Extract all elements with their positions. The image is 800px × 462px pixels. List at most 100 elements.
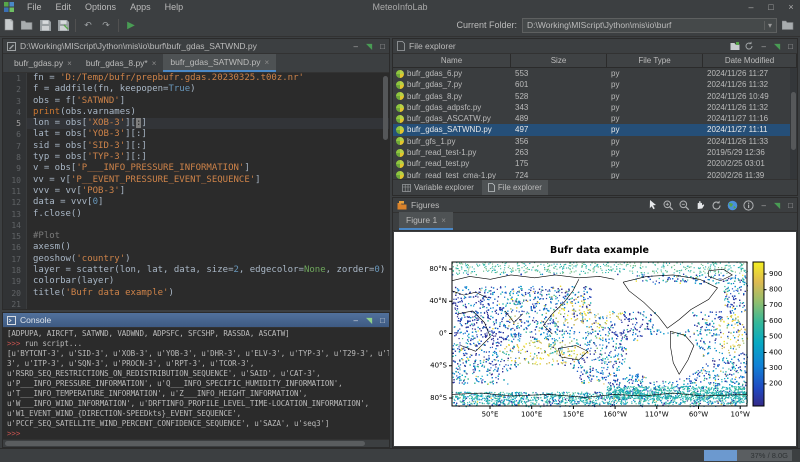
file-table-row[interactable]: bufr_read_test-1.py263py2019/5/29 12:36 <box>393 147 797 158</box>
file-table-row[interactable]: bufr_gdas_8.py528py2024/11/26 10:49 <box>393 91 797 102</box>
code-line[interactable]: 15#Plot <box>3 231 389 242</box>
figures-panel-header: Figures – ◥ □ <box>393 198 797 213</box>
code-line[interactable]: 18layer = scatter(lon, lat, data, size=2… <box>3 265 389 276</box>
console-minimize-icon[interactable]: – <box>354 316 358 325</box>
file-table-header[interactable]: Name Size File Type Date Modified <box>393 54 797 68</box>
line-number: 1 <box>3 73 27 84</box>
code-line[interactable]: 6lat = obs['YOB-3'][:] <box>3 129 389 140</box>
column-file-type[interactable]: File Type <box>607 54 703 67</box>
run-script-button[interactable]: ▶ <box>122 17 140 34</box>
file-table-row[interactable]: bufr_read_test.py175py2020/2/25 03:01 <box>393 158 797 169</box>
editor-maximize-icon[interactable]: □ <box>380 42 385 51</box>
menu-options[interactable]: Options <box>78 0 123 14</box>
tab-bufr-gdas[interactable]: bufr_gdas.py × <box>7 54 79 72</box>
tab-label: bufr_gdas_SATWND.py <box>170 57 260 67</box>
file-explorer-minimize-icon[interactable]: – <box>762 42 766 51</box>
file-explorer-float-icon[interactable]: ◥ <box>774 42 780 51</box>
code-line[interactable]: 17geoshow('country') <box>3 254 389 265</box>
menu-apps[interactable]: Apps <box>123 0 158 14</box>
file-table-scrollbar[interactable] <box>790 68 797 179</box>
column-name[interactable]: Name <box>393 54 511 67</box>
file-table-row[interactable]: bufr_gdas_6.py553py2024/11/26 11:27 <box>393 68 797 79</box>
tab-close-icon[interactable]: × <box>152 59 157 68</box>
figures-panel: Figures – ◥ □ Figure 1 × <box>392 197 798 448</box>
code-line[interactable]: 14 <box>3 220 389 231</box>
window-minimize-button[interactable]: – <box>742 2 760 12</box>
tab-figure-1[interactable]: Figure 1 × <box>399 212 453 230</box>
code-line[interactable]: 5lon = obs['XOB-3'][:] <box>3 118 389 129</box>
code-line[interactable]: 16axesm() <box>3 242 389 253</box>
console-output[interactable]: [ADPUPA, AIRCFT, SATWND, VADWND, ADPSFC,… <box>3 328 389 439</box>
tab-close-icon[interactable]: × <box>265 58 270 67</box>
save-as-button[interactable] <box>54 17 72 34</box>
file-table-row[interactable]: bufr_gdas_adpsfc.py343py2024/11/26 11:32 <box>393 102 797 113</box>
tab-bufr-gdas-8[interactable]: bufr_gdas_8.py* × <box>79 54 164 72</box>
code-line[interactable]: 4print(obs.varnames) <box>3 107 389 118</box>
rotate-icon[interactable] <box>711 200 722 211</box>
file-table-row[interactable]: bufr_gdas_ASCATW.py489py2024/11/27 11:16 <box>393 113 797 124</box>
code-line[interactable]: 8typ = obs['TYP-3'][:] <box>3 152 389 163</box>
menu-edit[interactable]: Edit <box>49 0 79 14</box>
editor-minimize-icon[interactable]: – <box>354 42 358 51</box>
zoom-out-icon[interactable] <box>679 200 690 211</box>
save-button[interactable] <box>36 17 54 34</box>
redo-button[interactable]: ↷ <box>97 17 115 34</box>
tab-bufr-gdas-satwnd[interactable]: bufr_gdas_SATWND.py × <box>163 54 276 72</box>
code-editor[interactable]: 1fn = 'D:/Temp/bufr/prepbufr.gdas.202303… <box>3 73 389 309</box>
chevron-down-icon[interactable]: ▾ <box>764 21 772 30</box>
console-float-icon[interactable]: ◥ <box>366 316 372 325</box>
editor-scrollbar[interactable] <box>382 73 388 309</box>
file-table-row[interactable]: bufr_gfs_1.py356py2024/11/26 11:33 <box>393 136 797 147</box>
file-table-row[interactable]: bufr_read_test_cma-1.py724py2020/2/26 11… <box>393 170 797 179</box>
undo-button[interactable]: ↶ <box>79 17 97 34</box>
code-line[interactable]: 9v = obs['P___INFO_PRESSURE_INFORMATION'… <box>3 163 389 174</box>
code-line[interactable]: 13f.close() <box>3 209 389 220</box>
open-file-button[interactable] <box>18 17 36 34</box>
browse-folder-icon[interactable] <box>782 20 794 30</box>
terminal-icon <box>7 316 16 325</box>
console-maximize-icon[interactable]: □ <box>380 316 385 325</box>
memory-usage-indicator[interactable]: 37% / 8.0G <box>704 450 792 461</box>
figures-maximize-icon[interactable]: □ <box>788 201 793 210</box>
line-number: 4 <box>3 107 27 118</box>
figures-minimize-icon[interactable]: – <box>762 201 766 210</box>
editor-float-icon[interactable]: ◥ <box>366 42 372 51</box>
console-output-line: u'T___INFO_TEMPERATURE_INFORMATION', u'Z… <box>7 389 389 399</box>
code-line[interactable]: 19colorbar(layer) <box>3 276 389 287</box>
current-folder-combobox[interactable]: D:\Working\MIScript\Jython\mis\io\burf ▾ <box>522 18 777 33</box>
file-explorer-maximize-icon[interactable]: □ <box>788 42 793 51</box>
select-cursor-icon[interactable] <box>648 200 658 210</box>
console-hscrollbar[interactable] <box>3 439 389 447</box>
menu-file[interactable]: File <box>20 0 49 14</box>
tab-close-icon[interactable]: × <box>67 59 72 68</box>
zoom-in-icon[interactable] <box>663 200 674 211</box>
code-line[interactable]: 20title('Bufr data example') <box>3 288 389 299</box>
menu-help[interactable]: Help <box>158 0 191 14</box>
tab-file-explorer[interactable]: File explorer <box>482 180 548 195</box>
pan-hand-icon[interactable] <box>695 200 706 211</box>
new-folder-icon[interactable] <box>730 42 740 51</box>
file-table-row[interactable]: bufr_gdas_SATWND.py497py2024/11/27 11:11 <box>393 124 797 135</box>
code-line[interactable]: 1fn = 'D:/Temp/bufr/prepbufr.gdas.202303… <box>3 73 389 84</box>
code-line[interactable]: 11vvv = vv['POB-3'] <box>3 186 389 197</box>
code-line[interactable]: 12data = vvv[0] <box>3 197 389 208</box>
tab-variable-explorer[interactable]: Variable explorer <box>396 180 480 195</box>
code-line[interactable]: 10vv = v['P__EVENT_PRESSURE_EVENT_SEQUEN… <box>3 175 389 186</box>
window-maximize-button[interactable]: □ <box>762 2 780 12</box>
figures-float-icon[interactable]: ◥ <box>774 201 780 210</box>
bufr-map-plot[interactable] <box>394 232 796 445</box>
column-date-modified[interactable]: Date Modified <box>703 54 797 67</box>
globe-icon[interactable] <box>727 200 738 211</box>
column-size[interactable]: Size <box>511 54 607 67</box>
refresh-icon[interactable] <box>744 41 754 51</box>
window-close-button[interactable]: × <box>782 2 800 12</box>
file-table-row[interactable]: bufr_gdas_7.py601py2024/11/26 11:32 <box>393 79 797 90</box>
code-line[interactable]: 21 <box>3 299 389 309</box>
info-icon[interactable] <box>743 200 754 211</box>
code-line[interactable]: 7sid = obs['SID-3'][:] <box>3 141 389 152</box>
code-line[interactable]: 3obs = f['SATWND'] <box>3 96 389 107</box>
new-file-button[interactable] <box>0 17 18 34</box>
python-file-icon <box>396 115 404 123</box>
code-line[interactable]: 2f = addfile(fn, keepopen=True) <box>3 84 389 95</box>
tab-close-icon[interactable]: × <box>441 216 446 225</box>
